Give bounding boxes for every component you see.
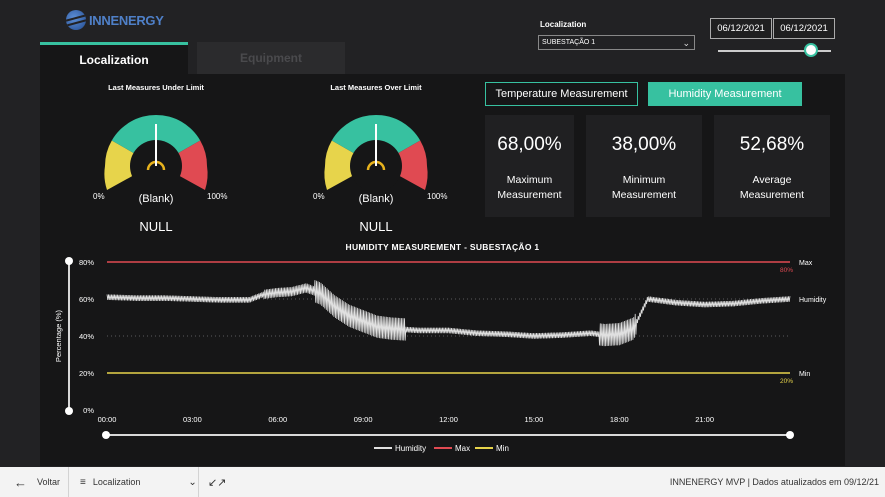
chevron-down-icon: ⌄ [682,38,690,48]
gauge-over-max-label: 100% [427,192,448,201]
tab-localization[interactable]: Localization [40,42,188,74]
chevron-down-icon: ⌄ [188,476,197,488]
kpi-maximum-card: 68,00% Maximum Measurement [485,115,574,217]
kpi-minimum-card: 38,00% Minimum Measurement [586,115,702,217]
gauge-over-center-label: (Blank) [358,193,394,205]
hamburger-icon: ≡ [80,476,86,488]
gauge-under-limit [104,114,208,192]
humidity-measurement-button[interactable]: Humidity Measurement [648,82,802,106]
page-selector-label: Localization [92,477,141,487]
gauge-over-limit [324,114,428,192]
logo-icon [66,10,86,30]
footer-bar: ← Voltar ≡ Localization ⌄ ↙↗ INNENERGY M… [0,467,885,497]
status-text: INNENERGY MVP | Dados atualizados em 09/… [669,477,879,487]
kpi-minimum-label-2: Measurement [611,189,677,201]
gauge-over-value: NULL [359,219,393,234]
page-selector[interactable]: ≡ Localization ⌄ [80,467,197,497]
gauge-over-limit-title: Last Measures Over Limit [330,83,422,92]
kpi-minimum-label-1: Minimum [622,174,666,186]
collapse-button[interactable]: ↙↗ [208,467,226,497]
back-label: Voltar [37,477,61,487]
gauge-over-min-label: 0% [313,192,325,201]
gauge-under-value: NULL [139,219,173,234]
temperature-measurement-button[interactable]: Temperature Measurement [485,82,638,106]
kpi-maximum-value: 68,00% [497,134,562,155]
gauge-under-limit-title: Last Measures Under Limit [108,83,204,92]
kpi-average-label-1: Average [752,174,792,186]
kpi-maximum-label-1: Maximum [506,174,553,186]
logo: INNENERGY [66,10,164,30]
kpi-average-label-2: Measurement [739,189,805,201]
date-range-slider-handle[interactable] [804,43,818,57]
footer-divider [68,467,69,497]
date-end-input[interactable]: 06/12/2021 [773,18,835,39]
tab-equipment[interactable]: Equipment [197,42,345,74]
kpi-maximum-label-2: Measurement [497,189,562,201]
date-start-input[interactable]: 06/12/2021 [710,18,772,39]
kpi-average-value: 52,68% [739,134,805,155]
logo-text: INNENERGY [89,12,164,28]
localization-label: Localization [540,20,587,29]
localization-value: SUBESTAÇÃO 1 [542,39,596,46]
gauge-under-max-label: 100% [207,192,228,201]
localization-dropdown[interactable]: SUBESTAÇÃO 1 ⌄ [538,35,695,50]
kpi-average-card: 52,68% Average Measurement [714,115,830,217]
footer-divider [198,467,199,497]
back-button[interactable]: ← Voltar [14,467,60,497]
collapse-icon: ↙↗ [208,476,227,489]
kpi-minimum-value: 38,00% [611,134,677,155]
gauge-under-min-label: 0% [93,192,105,201]
back-arrow-icon: ← [14,474,27,490]
gauge-under-center-label: (Blank) [138,193,174,205]
chart-title: HUMIDITY MEASUREMENT - SUBESTAÇÃO 1 [345,242,540,252]
